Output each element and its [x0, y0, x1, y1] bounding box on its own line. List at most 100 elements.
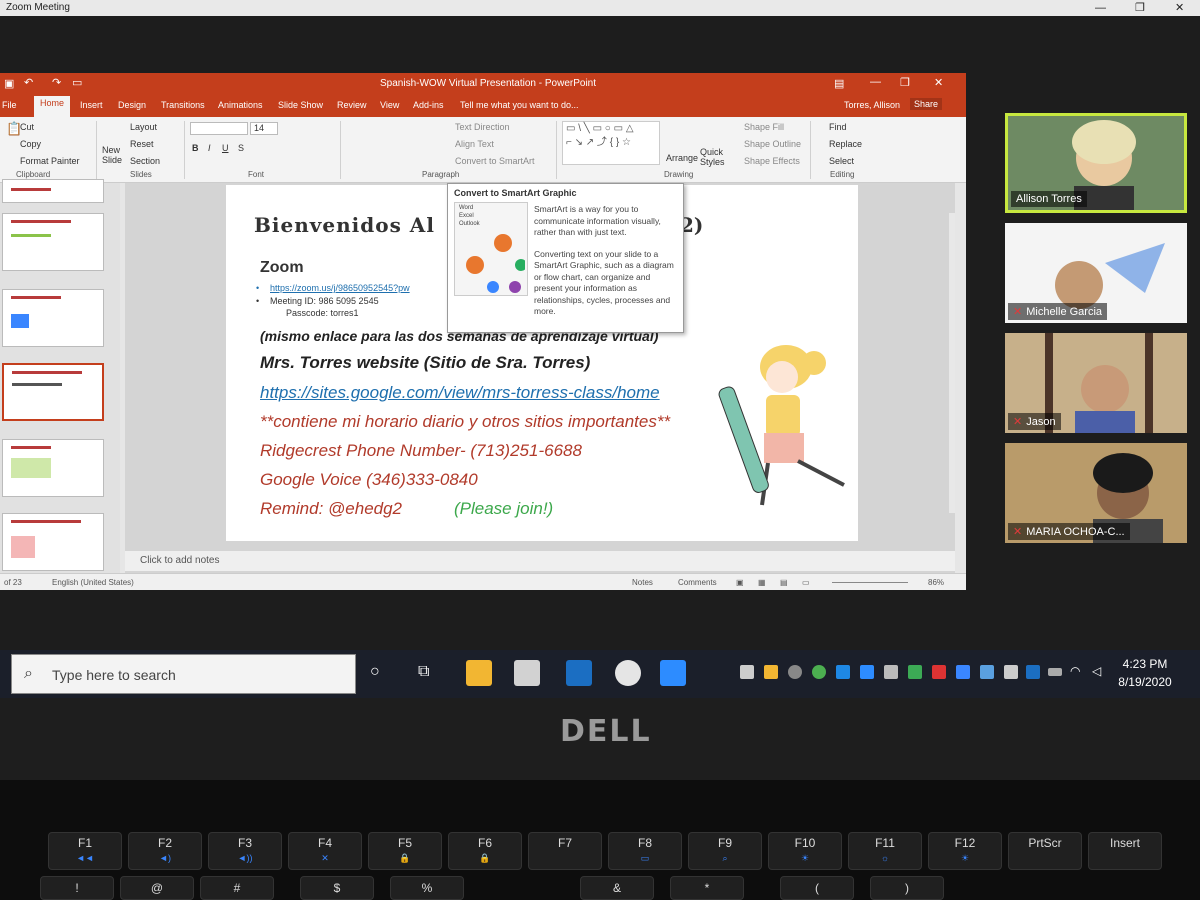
select-button[interactable]: Select [829, 156, 854, 166]
slide-thumbnail[interactable] [2, 289, 104, 347]
convert-smartart-button[interactable]: Convert to SmartArt [455, 156, 535, 166]
layout-button[interactable]: Layout [130, 122, 157, 132]
zoom-tray-icon[interactable] [860, 665, 874, 679]
volume-icon[interactable]: ◁ [1092, 664, 1101, 678]
file-explorer-icon[interactable] [466, 660, 492, 686]
website-link[interactable]: https://sites.google.com/view/mrs-torres… [260, 383, 660, 403]
notes-toggle[interactable]: Notes [632, 578, 653, 587]
microphone-tray-icon[interactable] [740, 665, 754, 679]
share-button[interactable]: Share [910, 98, 943, 110]
tab-slide-show[interactable]: Slide Show [278, 100, 323, 110]
tab-review[interactable]: Review [337, 100, 367, 110]
ribbon-display-icon[interactable]: ▤ [834, 77, 844, 90]
zoom-app-icon[interactable] [660, 660, 686, 686]
ppt-close-icon[interactable]: ✕ [934, 76, 943, 89]
zoom-level[interactable]: 86% [928, 578, 944, 587]
maximize-icon[interactable]: ❐ [1135, 0, 1145, 16]
school-phone[interactable]: Ridgecrest Phone Number- (713)251-6688 [260, 441, 582, 461]
shape-effects-button[interactable]: Shape Effects [744, 156, 800, 166]
mail-tray-icon[interactable] [764, 665, 778, 679]
remind-code[interactable]: Remind: @ehedg2 [260, 499, 402, 519]
display-tray-icon[interactable] [1004, 665, 1018, 679]
arrange-button[interactable]: Arrange [666, 153, 698, 163]
skype-tray-icon[interactable] [788, 665, 802, 679]
section-button[interactable]: Section [130, 156, 160, 166]
zoom-heading[interactable]: Zoom [260, 259, 304, 277]
chrome-tray-icon[interactable] [812, 665, 826, 679]
slide-thumbnail[interactable] [2, 513, 104, 571]
task-view-icon[interactable]: ⧉ [418, 663, 429, 681]
passcode[interactable]: Passcode: torres1 [286, 308, 359, 318]
user-name[interactable]: Torres, Allison [844, 100, 900, 110]
meeting-id[interactable]: Meeting ID: 986 5095 2545 [256, 296, 379, 306]
minimize-icon[interactable]: — [1095, 0, 1106, 16]
shapes-gallery[interactable]: ▭ \ ╲ ▭ ○ ▭ △ ⌐ ↘ ↗ ⤴ { } ☆ [562, 121, 660, 165]
website-note[interactable]: **contiene mi horario diario y otros sit… [260, 412, 670, 432]
wifi-app-tray-icon[interactable] [836, 665, 850, 679]
present-icon[interactable]: ▭ [72, 76, 82, 89]
slide-thumbnail-selected[interactable] [2, 363, 104, 421]
align-text-button[interactable]: Align Text [455, 139, 494, 149]
cut-button[interactable]: Cut [20, 122, 34, 132]
zoom-link[interactable]: https://zoom.us/j/98650952545?pw [256, 283, 410, 293]
network-tray-icon[interactable] [980, 665, 994, 679]
cloud-tray-icon[interactable] [884, 665, 898, 679]
taskbar-clock[interactable]: 4:23 PM 8/19/2020 [1110, 655, 1180, 691]
wifi-icon[interactable]: ◠ [1070, 664, 1080, 678]
google-voice[interactable]: Google Voice (346)333-0840 [260, 470, 478, 490]
ppt-minimize-icon[interactable]: — [870, 76, 881, 88]
bluetooth-tray-icon[interactable] [956, 665, 970, 679]
close-icon[interactable]: ✕ [1175, 0, 1184, 16]
app-tray-icon[interactable] [932, 665, 946, 679]
quick-styles-button[interactable]: Quick Styles [700, 147, 730, 167]
participant-tile-active[interactable]: Allison Torres [1005, 113, 1187, 213]
notes-pane[interactable]: Click to add notes [125, 551, 955, 571]
slideshow-view-icon[interactable]: ▭ [802, 578, 810, 587]
slide-title[interactable]: Bienvenidos Al [254, 213, 435, 237]
shape-outline-button[interactable]: Shape Outline [744, 139, 801, 149]
search-placeholder[interactable]: Type here to search [52, 667, 176, 683]
user-app-icon[interactable] [514, 660, 540, 686]
tab-design[interactable]: Design [118, 100, 146, 110]
reset-button[interactable]: Reset [130, 139, 154, 149]
tab-insert[interactable]: Insert [80, 100, 103, 110]
replace-button[interactable]: Replace [829, 139, 862, 149]
chrome-icon[interactable] [615, 660, 641, 686]
ppt-restore-icon[interactable]: ❐ [900, 76, 910, 89]
outlook-icon[interactable] [566, 660, 592, 686]
slide-thumbnails-pane[interactable] [0, 179, 120, 578]
tell-me-search[interactable]: Tell me what you want to do... [460, 100, 579, 110]
slide-sorter-icon[interactable]: ▦ [758, 578, 766, 587]
slide-thumbnail[interactable] [2, 179, 104, 203]
format-painter-button[interactable]: Format Painter [20, 156, 80, 166]
copy-button[interactable]: Copy [20, 139, 41, 149]
shape-fill-button[interactable]: Shape Fill [744, 122, 784, 132]
participant-tile[interactable]: ✕ MARIA OCHOA-C... [1005, 443, 1187, 543]
zoom-slider[interactable] [832, 582, 908, 583]
shadow-icon[interactable]: S [238, 143, 244, 153]
underline-icon[interactable]: U [222, 143, 229, 153]
tab-animations[interactable]: Animations [218, 100, 263, 110]
save-icon[interactable]: ▣ [4, 77, 14, 90]
security-tray-icon[interactable] [908, 665, 922, 679]
normal-view-icon[interactable]: ▣ [736, 578, 744, 587]
find-button[interactable]: Find [829, 122, 847, 132]
undo-icon[interactable]: ↶ [24, 76, 33, 89]
tab-add-ins[interactable]: Add-ins [413, 100, 444, 110]
reading-view-icon[interactable]: ▤ [780, 578, 788, 587]
slide-thumbnail[interactable] [2, 439, 104, 497]
language-indicator[interactable]: English (United States) [52, 578, 134, 587]
italic-icon[interactable]: I [208, 143, 211, 153]
slide-thumbnail[interactable] [2, 213, 104, 271]
outlook-tray-icon[interactable] [1026, 665, 1040, 679]
redo-icon[interactable]: ↷ [52, 76, 61, 89]
new-slide-button[interactable]: New Slide [102, 145, 124, 165]
battery-tray-icon[interactable] [1048, 668, 1062, 676]
taskbar-search-box[interactable]: ⌕ Type here to search [11, 654, 356, 694]
please-join[interactable]: (Please join!) [454, 499, 553, 519]
website-heading[interactable]: Mrs. Torres website (Sitio de Sra. Torre… [260, 353, 590, 373]
cortana-icon[interactable]: ○ [370, 663, 380, 681]
comments-toggle[interactable]: Comments [678, 578, 717, 587]
participant-tile[interactable]: ✕ Michelle Garcia [1005, 223, 1187, 323]
font-family-select[interactable] [190, 122, 248, 135]
